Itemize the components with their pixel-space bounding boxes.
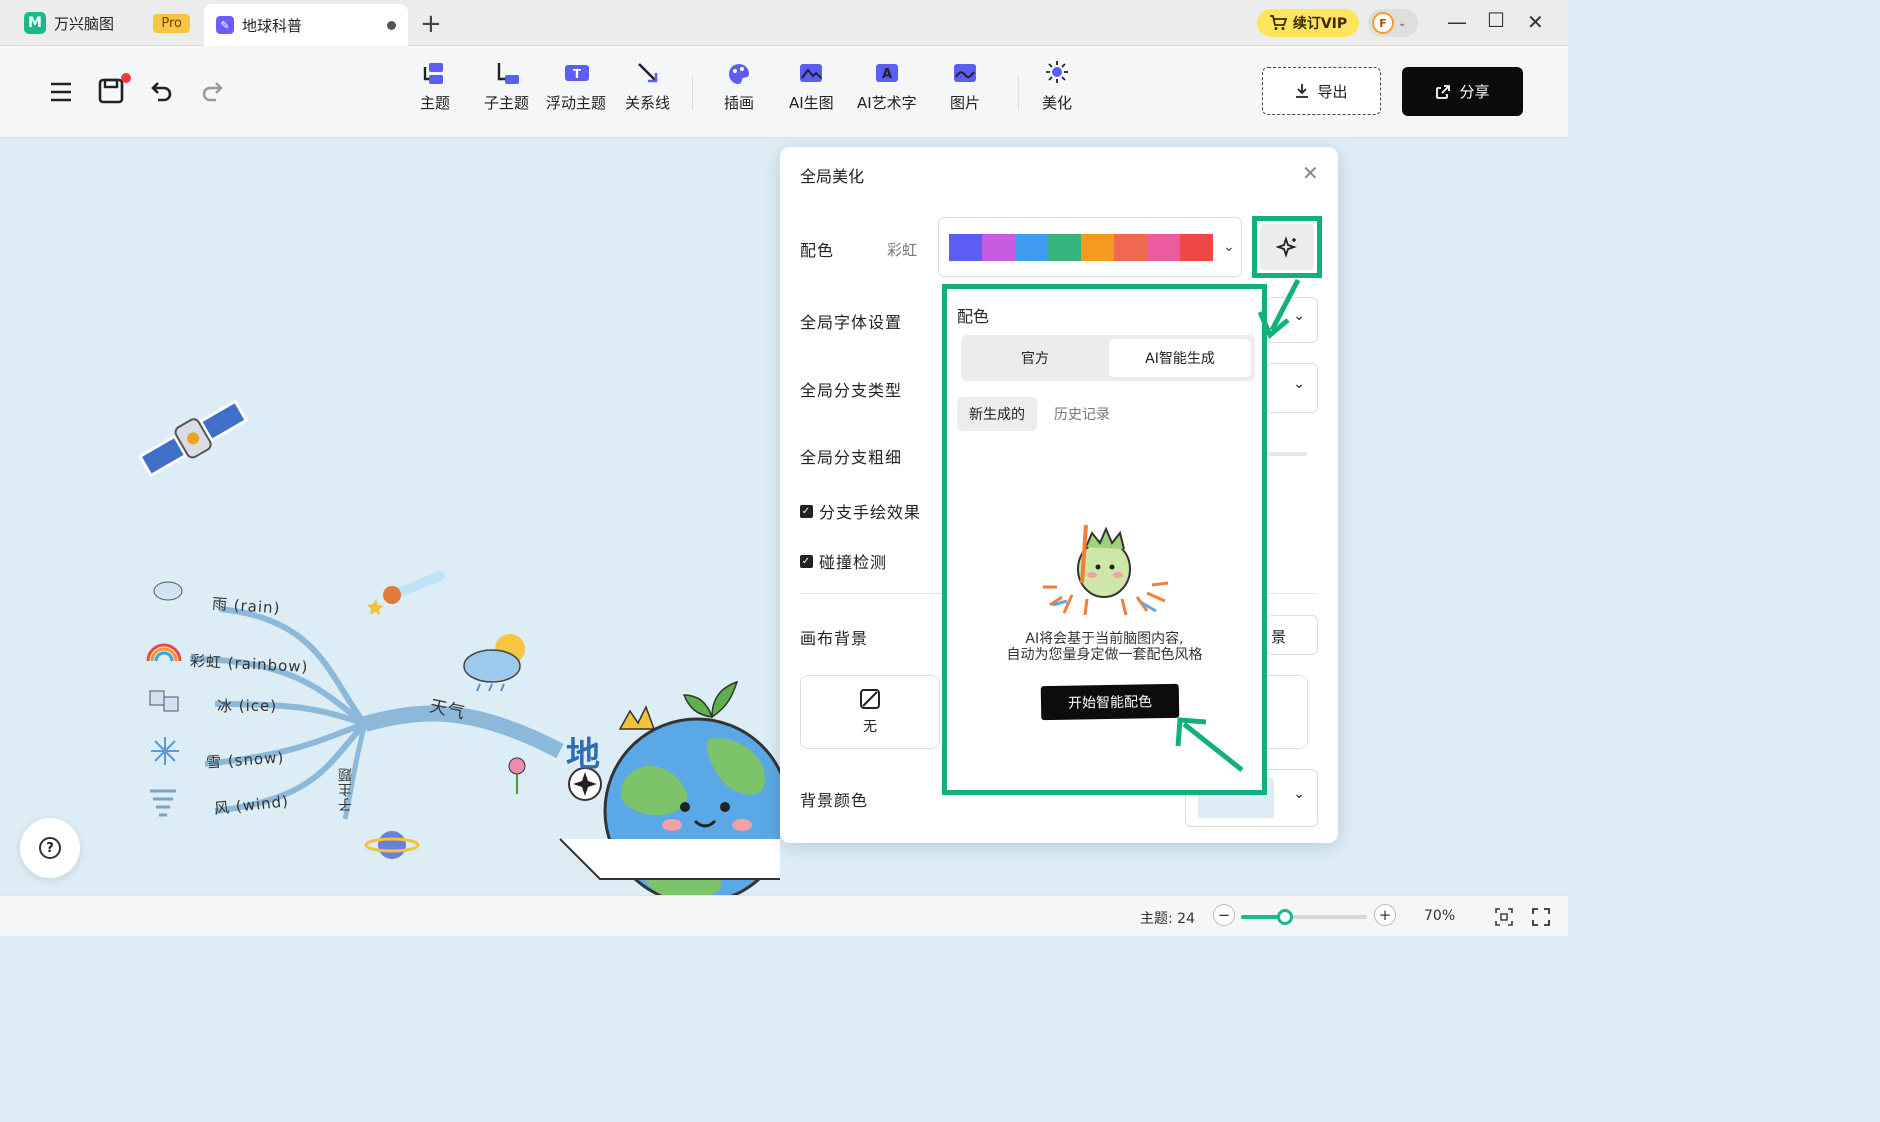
annotation-arrow-bottom	[1182, 722, 1244, 772]
topic-count: 主题: 24	[1140, 911, 1195, 927]
fullscreen-icon[interactable]	[1532, 908, 1550, 926]
zoom-slider-handle[interactable]	[1277, 909, 1294, 925]
status-bar: 主题: 24 − + 70%	[0, 895, 1568, 936]
question-icon: ?	[39, 837, 61, 859]
help-button[interactable]: ?	[20, 818, 80, 878]
zoom-level: 70%	[1424, 908, 1456, 924]
zoom-slider[interactable]	[1241, 909, 1367, 925]
zoom-in-button[interactable]: +	[1374, 904, 1396, 926]
fit-view-icon[interactable]	[1495, 908, 1513, 926]
annotation-arrows	[1175, 278, 1301, 772]
zoom-out-button[interactable]: −	[1213, 904, 1235, 926]
